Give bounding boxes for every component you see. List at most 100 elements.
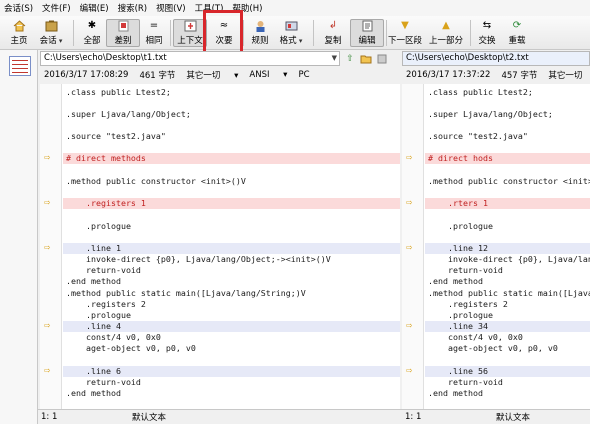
code-line: .super Ljava/lang/Object;	[66, 109, 191, 119]
right-path-row: C:\Users\echo\Desktop\t2.txt	[402, 50, 590, 67]
menu-edit[interactable]: 编辑(E)	[80, 2, 109, 14]
copy-button[interactable]: ↲ 复制	[316, 19, 350, 47]
swap-button[interactable]: ⇆ 交换	[470, 19, 504, 47]
code-line: .line 4	[66, 321, 121, 331]
code-line: .line 34	[428, 321, 488, 331]
code-line: const/4 v0, 0x0	[66, 332, 161, 342]
right-other[interactable]: 其它一切 ▾	[548, 69, 590, 81]
toolbar-separator	[386, 20, 387, 46]
rules-icon	[253, 19, 267, 32]
context-button[interactable]: 上下文	[173, 19, 207, 47]
diff-arrow-icon[interactable]: ⇨	[44, 322, 54, 330]
code-line: .line 56	[428, 366, 488, 376]
diff-label: 差别	[114, 36, 132, 46]
code-line: const/4 v0, 0x0	[428, 332, 523, 342]
code-line: .method public constructor <init>()V	[428, 176, 590, 186]
left-encoding[interactable]: ANSI ▾	[249, 70, 287, 80]
format-button[interactable]: 格式	[274, 19, 308, 47]
right-size: 457 字节	[501, 71, 538, 81]
session-icon	[44, 19, 58, 32]
code-line: .registers 2	[66, 299, 146, 309]
code-line: invoke-direct {p0}, Ljava/lang/Object;->…	[447, 254, 590, 264]
code-line: .end method	[428, 276, 483, 286]
left-text-pane[interactable]: .class public Ltest2; .super Ljava/lang/O…	[40, 84, 400, 409]
code-line: # direct hods	[428, 153, 493, 164]
prev-section-button[interactable]: ▲ 上一部分	[429, 19, 463, 47]
rules-button[interactable]: 规则	[243, 19, 277, 47]
menu-view[interactable]: 视图(V)	[156, 2, 185, 14]
code-line: .prologue	[66, 310, 131, 320]
copy-icon: ↲	[328, 20, 338, 31]
left-os[interactable]: PC	[298, 70, 309, 80]
code-line: .line 12	[428, 243, 488, 253]
save-icon[interactable]	[376, 53, 388, 64]
left-encoding-label: ANSI	[249, 70, 270, 80]
prev-section-icon: ▲	[442, 20, 450, 31]
diff-arrow-icon[interactable]: ⇨	[44, 199, 54, 207]
left-other-label: 其它一切	[186, 71, 221, 81]
all-button[interactable]: ✱ 全部	[75, 19, 109, 47]
menu-session[interactable]: 会话(S)	[4, 2, 33, 14]
code-line: .rters 1	[428, 198, 488, 208]
left-date: 2016/3/17 17:08:29	[44, 70, 129, 80]
home-label: 主页	[10, 36, 28, 46]
diff-arrow-icon[interactable]: ⇨	[406, 322, 416, 330]
code-line: return-void	[66, 265, 141, 275]
diff-arrow-icon[interactable]: ⇨	[406, 244, 416, 252]
next-section-button[interactable]: ▼ 下一区段	[388, 19, 422, 47]
session-button[interactable]: 会话	[34, 19, 68, 47]
same-button[interactable]: = 相同	[137, 19, 171, 47]
code-line: aget-object v0, p0, v0	[66, 343, 196, 353]
code-line: .class public Ltest2;	[66, 87, 171, 97]
left-other[interactable]: 其它一切 ▾	[186, 69, 238, 81]
code-line: .method public constructor <init>()V	[66, 176, 246, 186]
chevron-down-icon[interactable]: ▼	[332, 52, 337, 65]
edit-label: 编辑	[358, 36, 376, 46]
up-arrow-icon[interactable]: ⇧	[344, 53, 356, 64]
same-label: 相同	[145, 36, 163, 46]
code-line: aget-object v0, p0, v0	[428, 343, 558, 353]
home-button[interactable]: 主页	[2, 19, 36, 47]
code-line: .source "test2.java"	[428, 131, 528, 141]
code-line: .prologue	[66, 221, 131, 231]
code-line: .line 1	[66, 243, 121, 253]
diff-arrow-icon[interactable]: ⇨	[44, 244, 54, 252]
home-icon	[12, 19, 26, 32]
diff-arrow-icon[interactable]: ⇨	[406, 199, 416, 207]
left-status-bar: 1: 1 默认文本	[38, 409, 402, 424]
diff-arrow-icon[interactable]: ⇨	[406, 367, 416, 375]
code-line: invoke-direct {p0}, Ljava/lang/Object;->…	[66, 254, 331, 264]
next-section-icon: ▼	[401, 20, 409, 31]
reload-button[interactable]: ⟳ 重载	[500, 19, 534, 47]
right-date: 2016/3/17 17:37:22	[406, 70, 491, 80]
menu-file[interactable]: 文件(F)	[42, 2, 71, 14]
next-section-label: 下一区段	[388, 36, 423, 46]
left-path-row: C:\Users\echo\Desktop\t1.txt ▼ ⇧	[40, 50, 400, 67]
diff-arrow-icon[interactable]: ⇨	[406, 154, 416, 162]
code-line: .prologue	[428, 310, 493, 320]
left-info-row: 2016/3/17 17:08:29 461 字节 其它一切 ▾ ANSI ▾ …	[40, 67, 400, 83]
overview-panel[interactable]	[0, 50, 38, 424]
right-path-input[interactable]: C:\Users\echo\Desktop\t2.txt	[402, 51, 590, 66]
diff-arrow-icon[interactable]: ⇨	[44, 367, 54, 375]
diff-arrow-icon[interactable]: ⇨	[44, 154, 54, 162]
folder-icon[interactable]	[360, 53, 372, 64]
left-path-input[interactable]: C:\Users\echo\Desktop\t1.txt ▼	[40, 51, 340, 66]
diff-button[interactable]: 差别	[106, 19, 140, 47]
code-line: .method public static main([Ljava/lang/S…	[428, 288, 590, 298]
all-icon: ✱	[87, 20, 97, 31]
menu-search[interactable]: 搜索(R)	[118, 2, 148, 14]
context-label: 上下文	[177, 36, 203, 46]
right-cursor-position: 1: 1	[405, 412, 422, 422]
code-line: .prologue	[428, 221, 493, 231]
same-icon: =	[149, 20, 159, 31]
left-size: 461 字节	[139, 71, 176, 81]
changed-word: # direct methods	[66, 153, 146, 163]
diff-icon	[116, 20, 130, 32]
toolbar-separator	[170, 20, 171, 46]
right-status-bar: 1: 1 默认文本	[402, 409, 590, 424]
right-text-pane[interactable]: .class public Ltest2; .super Ljava/lang/O…	[402, 84, 590, 409]
edit-button[interactable]: 编辑	[350, 19, 384, 47]
right-path-text: C:\Users\echo\Desktop\t2.txt	[406, 53, 529, 63]
prev-section-label: 上一部分	[429, 36, 464, 46]
